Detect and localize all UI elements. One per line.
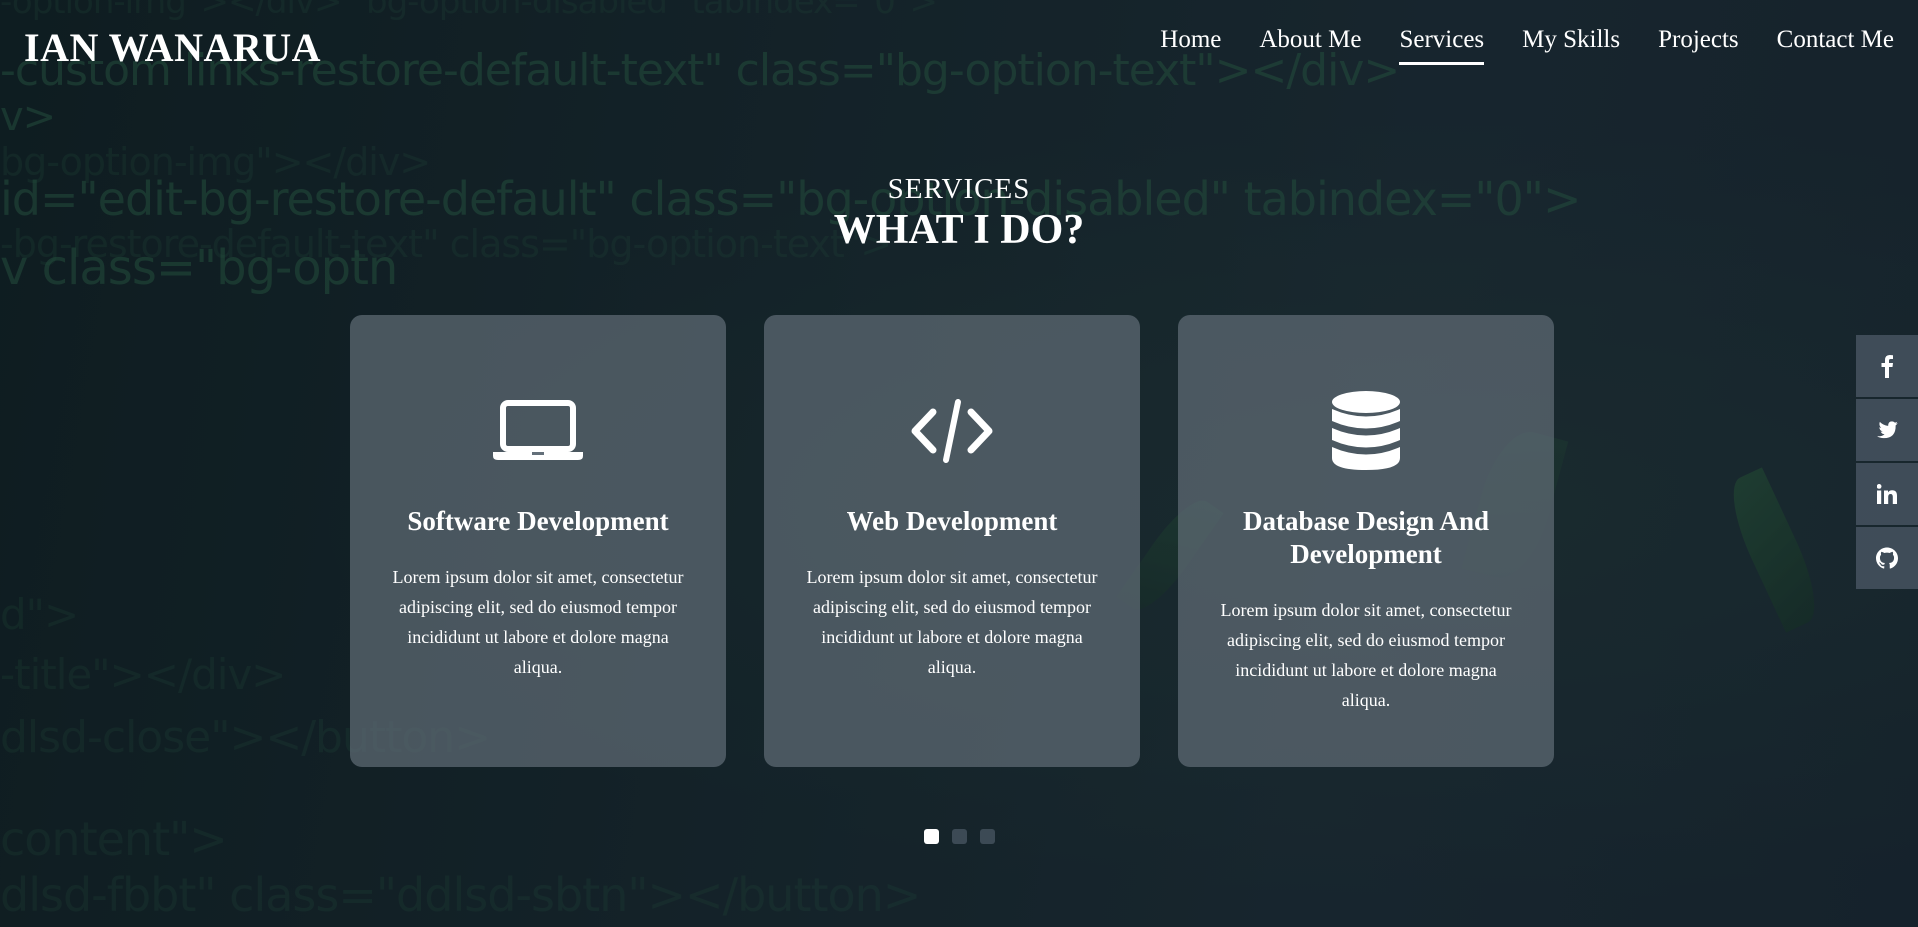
card-title: Software Development [407, 506, 669, 536]
nav-contact-me[interactable]: Contact Me [1777, 26, 1894, 64]
nav-home[interactable]: Home [1160, 26, 1221, 64]
main-nav: Home About Me Services My Skills Project… [1160, 26, 1894, 65]
database-icon [1212, 387, 1520, 475]
twitter-link[interactable] [1856, 399, 1918, 461]
github-link[interactable] [1856, 527, 1918, 589]
nav-my-skills[interactable]: My Skills [1522, 26, 1620, 64]
section-eyebrow: SERVICES [887, 173, 1031, 205]
facebook-link[interactable] [1856, 335, 1918, 397]
service-card: Database Design And Development Lorem ip… [1178, 315, 1554, 767]
service-card: Software Development Lorem ipsum dolor s… [350, 315, 726, 767]
code-icon [798, 387, 1106, 475]
nav-services[interactable]: Services [1399, 26, 1484, 65]
nav-projects[interactable]: Projects [1658, 26, 1739, 64]
service-card: Web Development Lorem ipsum dolor sit am… [764, 315, 1140, 767]
linkedin-icon [1877, 484, 1897, 504]
laptop-icon [384, 387, 692, 475]
pagination-dot[interactable] [980, 829, 995, 844]
pagination-dot[interactable] [952, 829, 967, 844]
site-header: IAN WANARUA Home About Me Services My Sk… [0, 0, 1918, 90]
card-text: Lorem ipsum dolor sit amet, consectetur … [392, 567, 684, 677]
linkedin-link[interactable] [1856, 463, 1918, 525]
facebook-icon [1881, 355, 1893, 378]
nav-about-me[interactable]: About Me [1259, 26, 1361, 64]
github-icon [1876, 547, 1898, 569]
twitter-icon [1877, 421, 1898, 439]
social-sidebar [1856, 335, 1918, 591]
pagination-dot[interactable] [924, 829, 939, 844]
services-heading: SERVICES WHAT I DO? [0, 172, 1918, 254]
card-text: Lorem ipsum dolor sit amet, consectetur … [806, 567, 1098, 677]
card-text: Lorem ipsum dolor sit amet, consectetur … [1220, 600, 1512, 710]
services-carousel: Software Development Lorem ipsum dolor s… [350, 315, 1554, 767]
card-title: Database Design And Development [1242, 506, 1490, 569]
card-title: Web Development [846, 506, 1058, 536]
brand-logo[interactable]: IAN WANARUA [24, 24, 321, 71]
carousel-pagination [924, 829, 995, 844]
section-title: WHAT I DO? [833, 207, 1085, 253]
